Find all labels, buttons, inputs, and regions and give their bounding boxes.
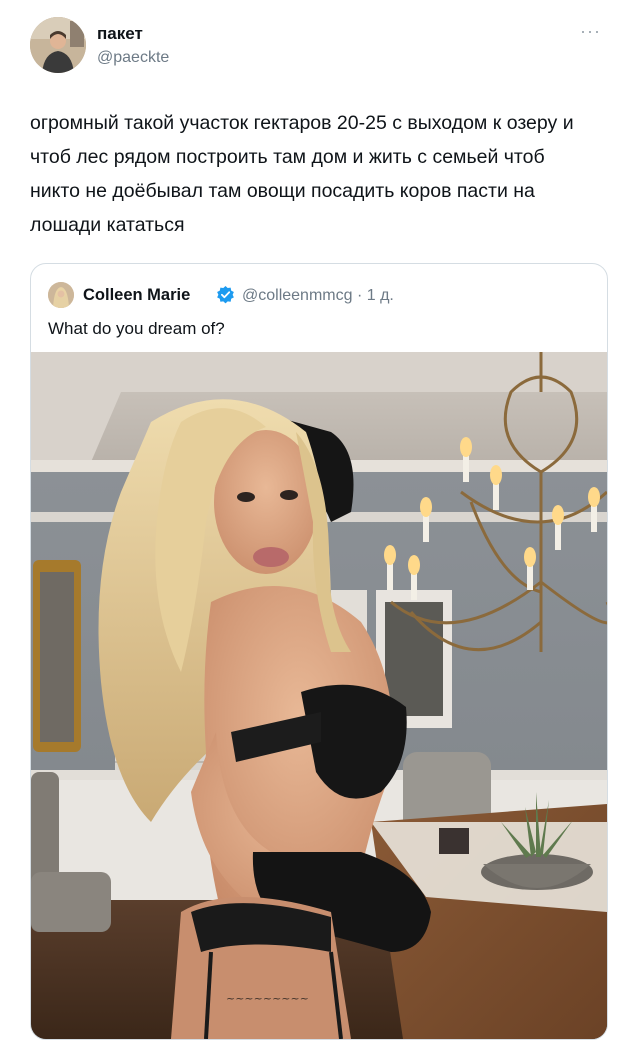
verified-badge-icon <box>217 285 234 304</box>
avatar[interactable] <box>30 17 86 73</box>
quoted-text: What do you dream of? <box>48 319 225 338</box>
quoted-tweet[interactable]: Colleen Marie @colleenmmcg · 1 д. What d… <box>30 263 608 1040</box>
quoted-handle-time[interactable]: @colleenmmcg · 1 д. <box>242 286 394 306</box>
quoted-photo[interactable]: ~~~~~~~~~ <box>31 352 607 1039</box>
svg-text:~~~~~~~~~: ~~~~~~~~~ <box>226 992 309 1005</box>
display-name[interactable]: пакет <box>97 24 143 44</box>
user-handle[interactable]: @paeckte <box>97 48 169 68</box>
tweet: пакет @paeckte ··· огромный такой участо… <box>0 0 620 1042</box>
more-icon[interactable]: ··· <box>580 22 601 40</box>
quoted-display-name[interactable]: Colleen Marie <box>83 285 190 305</box>
tweet-text: огромный такой участок гектаров 20-25 с … <box>30 112 574 236</box>
quoted-avatar[interactable] <box>48 282 74 308</box>
